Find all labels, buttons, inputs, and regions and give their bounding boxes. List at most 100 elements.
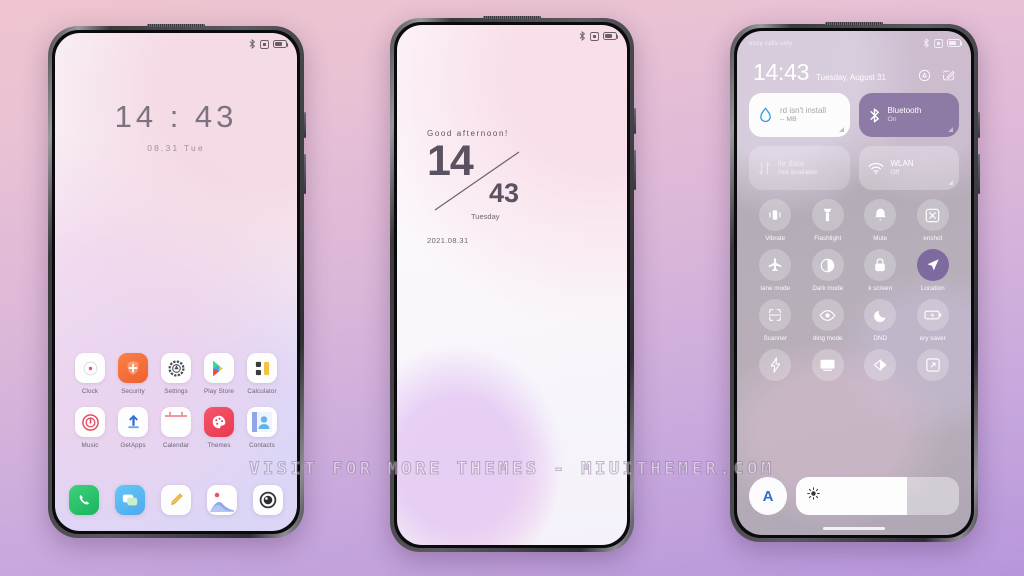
app-getapps[interactable]: GetApps	[112, 407, 154, 449]
app-calendar[interactable]: Calendar	[155, 407, 197, 449]
clock-widget-date: 08.31 Tue	[147, 143, 205, 153]
brightness-slider[interactable]	[796, 477, 959, 515]
cc-date: Tuesday, August 31	[816, 73, 886, 82]
tile-lock-screen[interactable]: k screen	[854, 249, 907, 292]
tile-text: WLAN Off	[891, 159, 914, 178]
screen-home[interactable]: 14 : 43 08.31 Tue Clock Security Setting…	[55, 33, 297, 531]
bluetooth-icon	[923, 38, 930, 48]
app-label: Themes	[207, 442, 231, 449]
tile-title: rd isn't install	[780, 105, 826, 115]
tile-vibrate[interactable]: Vibrate	[749, 199, 802, 242]
tile-wlan[interactable]: WLAN Off	[858, 146, 959, 190]
power-button[interactable]	[634, 150, 636, 190]
dock-gallery-icon[interactable]	[207, 485, 237, 515]
tile-title: WLAN	[890, 158, 914, 168]
auto-brightness-button[interactable]: A	[749, 477, 787, 515]
contrast-icon	[864, 349, 897, 381]
brightness-control: A	[749, 477, 959, 515]
watermark-text: VISIT FOR MORE THEMES - MIUITHEMER.COM	[249, 458, 775, 479]
vibrate-icon	[260, 39, 269, 49]
app-play-store[interactable]: Play Store	[198, 353, 240, 395]
tile-text: Bluetooth On	[888, 106, 922, 125]
security-shield-icon	[118, 353, 148, 383]
cc-header: 14:43 Tuesday, August 31	[749, 61, 959, 93]
tile-scanner[interactable]: Scanner	[749, 299, 802, 342]
app-label: Play Store	[203, 388, 235, 395]
app-contacts[interactable]: Contacts	[241, 407, 283, 449]
clock-widget-time: 14 : 43	[114, 99, 238, 134]
expand-corner-icon[interactable]	[948, 127, 953, 132]
tile-cast-screen[interactable]	[802, 349, 855, 385]
tile-mobile-data[interactable]: ile data Not available	[749, 146, 850, 190]
tile-text: rd isn't install -- MB	[780, 106, 826, 125]
dock-notes-icon[interactable]	[161, 485, 191, 515]
tile-fullscreen[interactable]	[907, 349, 960, 385]
home-indicator[interactable]	[823, 527, 885, 530]
lightning-icon	[759, 349, 792, 381]
gear-icon[interactable]	[918, 69, 931, 82]
cast-screen-icon	[811, 349, 844, 381]
tile-location[interactable]: Location	[907, 249, 960, 292]
volume-button[interactable]	[304, 112, 306, 138]
statusbar-carrier: ency calls only	[749, 39, 793, 47]
tile-flashlight[interactable]: Flashlight	[802, 199, 855, 242]
tile-dark-mode[interactable]: Dark mode	[802, 249, 855, 292]
tile-mute[interactable]: Mute	[854, 199, 907, 242]
bluetooth-icon	[579, 31, 586, 41]
power-button[interactable]	[978, 154, 980, 194]
lock-date: 2021.08.31	[427, 236, 469, 245]
tile-text: ile data Not available	[778, 159, 817, 178]
tile-screenshot[interactable]: enshot	[907, 199, 960, 242]
tile-lightning[interactable]	[749, 349, 802, 385]
expand-corner-icon[interactable]	[948, 180, 953, 185]
tile-label: Flashlight	[814, 235, 842, 242]
tile-label: Scanner	[763, 335, 787, 342]
tile-label: Vibrate	[765, 235, 786, 242]
app-settings[interactable]: Settings	[155, 353, 197, 395]
tile-label: Location	[920, 285, 945, 292]
tile-bluetooth[interactable]: Bluetooth On	[858, 93, 959, 137]
power-button[interactable]	[304, 154, 306, 194]
app-calculator[interactable]: Calculator	[241, 353, 283, 395]
dock-messages-icon[interactable]	[115, 485, 145, 515]
tile-title: ile data	[778, 158, 804, 168]
tile-reading-mode[interactable]: ding mode	[802, 299, 855, 342]
cc-time: 14:43	[753, 59, 810, 85]
tile-label: ding mode	[813, 335, 843, 342]
app-row-1: Clock Security Settings Play Store Calcu…	[69, 353, 283, 395]
edit-icon[interactable]	[942, 69, 955, 82]
app-security[interactable]: Security	[112, 353, 154, 395]
statusbar-p1	[55, 33, 297, 55]
vibrate-icon	[934, 38, 943, 48]
app-clock[interactable]: Clock	[69, 353, 111, 395]
tile-label: DND	[873, 335, 888, 342]
getapps-icon	[118, 407, 148, 437]
battery-icon	[947, 39, 963, 47]
app-music[interactable]: Music	[69, 407, 111, 449]
settings-gear-icon	[161, 353, 191, 383]
dock-phone-icon[interactable]	[69, 485, 99, 515]
volume-button[interactable]	[634, 108, 636, 134]
tile-airplane-mode[interactable]: lane mode	[749, 249, 802, 292]
clock-widget[interactable]: 14 : 43 08.31 Tue	[55, 99, 297, 153]
app-label: Contacts	[249, 442, 275, 449]
tile-subtitle: -- MB	[780, 115, 797, 123]
app-themes[interactable]: Themes	[198, 407, 240, 449]
vibrate-icon	[759, 199, 792, 231]
lock-clock-widget[interactable]: Good afternoon! 14 43 Tuesday 2021.08.31	[427, 129, 547, 245]
tile-battery-saver[interactable]: ery saver	[907, 299, 960, 342]
tile-contrast[interactable]	[854, 349, 907, 385]
tile-subtitle: On	[887, 115, 897, 123]
battery-saver-icon	[916, 299, 949, 331]
tile-dnd[interactable]: DND	[854, 299, 907, 342]
airplane-icon	[759, 249, 792, 281]
clock-icon	[75, 353, 105, 383]
volume-button[interactable]	[978, 112, 980, 138]
tile-storage[interactable]: rd isn't install -- MB	[749, 93, 850, 137]
screenshot-icon	[916, 199, 949, 231]
tile-label: enshot	[923, 235, 943, 242]
battery-icon	[273, 40, 289, 48]
expand-corner-icon[interactable]	[838, 127, 844, 132]
dock-camera-icon[interactable]	[253, 485, 283, 515]
tile-label: Mute	[873, 235, 888, 242]
